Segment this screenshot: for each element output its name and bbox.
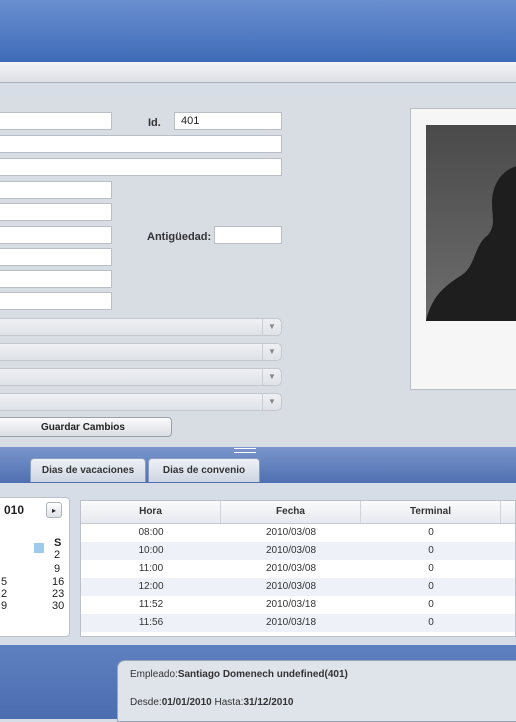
empleado-label: Empleado: — [130, 669, 178, 680]
calendar-day[interactable]: 16 — [52, 577, 64, 588]
cell-hora: 10:00 — [138, 545, 164, 556]
antiguedad-label: Antigüedad: — [147, 231, 212, 243]
table-row[interactable]: 11:00 2010/03/08 0 — [81, 560, 515, 578]
text-field-2[interactable] — [0, 203, 112, 221]
address-field[interactable] — [0, 135, 282, 153]
select-4[interactable]: ▼ — [0, 393, 282, 411]
cell-fecha: 2010/03/08 — [265, 545, 317, 556]
table-row[interactable]: 12:00 2010/03/08 0 — [81, 578, 515, 596]
cell-hora: 11:00 — [138, 563, 164, 574]
desde-label: Desde: — [130, 697, 162, 708]
calendar-day[interactable]: 5 — [1, 577, 7, 588]
calendar-day[interactable]: 23 — [52, 589, 64, 600]
calendar-year: 010 — [4, 503, 25, 517]
column-header-hora[interactable]: Hora — [81, 501, 221, 523]
table-header: Hora Fecha Terminal — [81, 501, 515, 524]
arrow-right-icon: ▸ — [51, 506, 56, 515]
splitter-grip[interactable] — [234, 448, 256, 453]
table-row[interactable]: 11:52 2010/03/18 0 — [81, 596, 515, 614]
calendar-day-header: S — [54, 537, 62, 549]
chevron-down-icon: ▼ — [262, 369, 281, 385]
select-1[interactable]: ▼ — [0, 318, 282, 336]
chevron-down-icon: ▼ — [262, 344, 281, 360]
table-row[interactable]: 08:00 2010/03/08 0 — [81, 524, 515, 542]
column-header-terminal[interactable]: Terminal — [361, 501, 501, 523]
employee-photo — [426, 125, 516, 321]
column-header-fecha[interactable]: Fecha — [221, 501, 361, 523]
table-row[interactable]: 11:56 2010/03/18 0 — [81, 614, 515, 632]
antiguedad-field[interactable] — [214, 226, 282, 244]
punch-records-table: Hora Fecha Terminal 08:00 2010/03/08 0 1… — [80, 500, 516, 637]
next-year-button[interactable]: ▸ — [46, 502, 62, 518]
hasta-label: Hasta: — [211, 697, 244, 708]
tab-dias-convenio[interactable]: Dias de convenio — [148, 458, 260, 482]
text-field-1[interactable] — [0, 181, 112, 199]
calendar-day[interactable]: 2 — [54, 550, 60, 561]
cell-hora: 08:00 — [138, 527, 164, 538]
text-field-5[interactable] — [0, 270, 112, 288]
cell-terminal: 0 — [428, 563, 434, 574]
cell-terminal: 0 — [428, 599, 434, 610]
chevron-down-icon: ▼ — [262, 319, 281, 335]
person-silhouette-icon — [426, 166, 516, 321]
cell-fecha: 2010/03/08 — [265, 527, 317, 538]
id-label: Id. — [148, 117, 161, 129]
calendar-day[interactable]: 9 — [54, 564, 60, 575]
hasta-value: 31/12/2010 — [243, 697, 294, 708]
cell-terminal: 0 — [428, 527, 434, 538]
employee-line: Empleado:Santiago Domenech undefined(401… — [130, 669, 348, 680]
cell-terminal: 0 — [428, 617, 434, 628]
empleado-value: Santiago Domenech undefined(401) — [177, 669, 348, 680]
text-field-4[interactable] — [0, 248, 112, 266]
cell-hora: 11:56 — [138, 617, 164, 628]
text-field-6[interactable] — [0, 292, 112, 310]
calendar-day[interactable]: 30 — [52, 601, 64, 612]
desde-value: 01/01/2010 — [161, 697, 212, 708]
cell-fecha: 2010/03/18 — [265, 617, 317, 628]
tab-dias-vacaciones[interactable]: Dias de vacaciones — [30, 458, 146, 482]
select-3[interactable]: ▼ — [0, 368, 282, 386]
cell-hora: 11:52 — [138, 599, 164, 610]
cell-hora: 12:00 — [138, 581, 164, 592]
date-range-line: Desde:01/01/2010 Hasta:31/12/2010 — [130, 697, 294, 708]
select-2[interactable]: ▼ — [0, 343, 282, 361]
toolbar-strip — [0, 62, 516, 83]
text-field-3[interactable] — [0, 226, 112, 244]
table-row[interactable]: 10:00 2010/03/08 0 — [81, 542, 515, 560]
app-header-bar — [0, 0, 516, 62]
id-value: 401 — [181, 115, 200, 127]
save-changes-button[interactable]: Guardar Cambios — [0, 417, 172, 437]
cell-terminal: 0 — [428, 581, 434, 592]
cell-fecha: 2010/03/08 — [265, 563, 317, 574]
cell-terminal: 0 — [428, 545, 434, 556]
calendar-day[interactable]: 9 — [1, 601, 7, 612]
address2-field[interactable] — [0, 158, 282, 176]
cell-fecha: 2010/03/08 — [265, 581, 317, 592]
id-field[interactable]: 401 — [174, 112, 282, 130]
employee-info-panel: Empleado:Santiago Domenech undefined(401… — [117, 660, 516, 722]
cell-fecha: 2010/03/18 — [265, 599, 317, 610]
calendar-day[interactable]: 2 — [1, 589, 7, 600]
name-field[interactable] — [0, 112, 112, 130]
calendar-selected-day[interactable] — [34, 543, 44, 553]
chevron-down-icon: ▼ — [262, 394, 281, 410]
